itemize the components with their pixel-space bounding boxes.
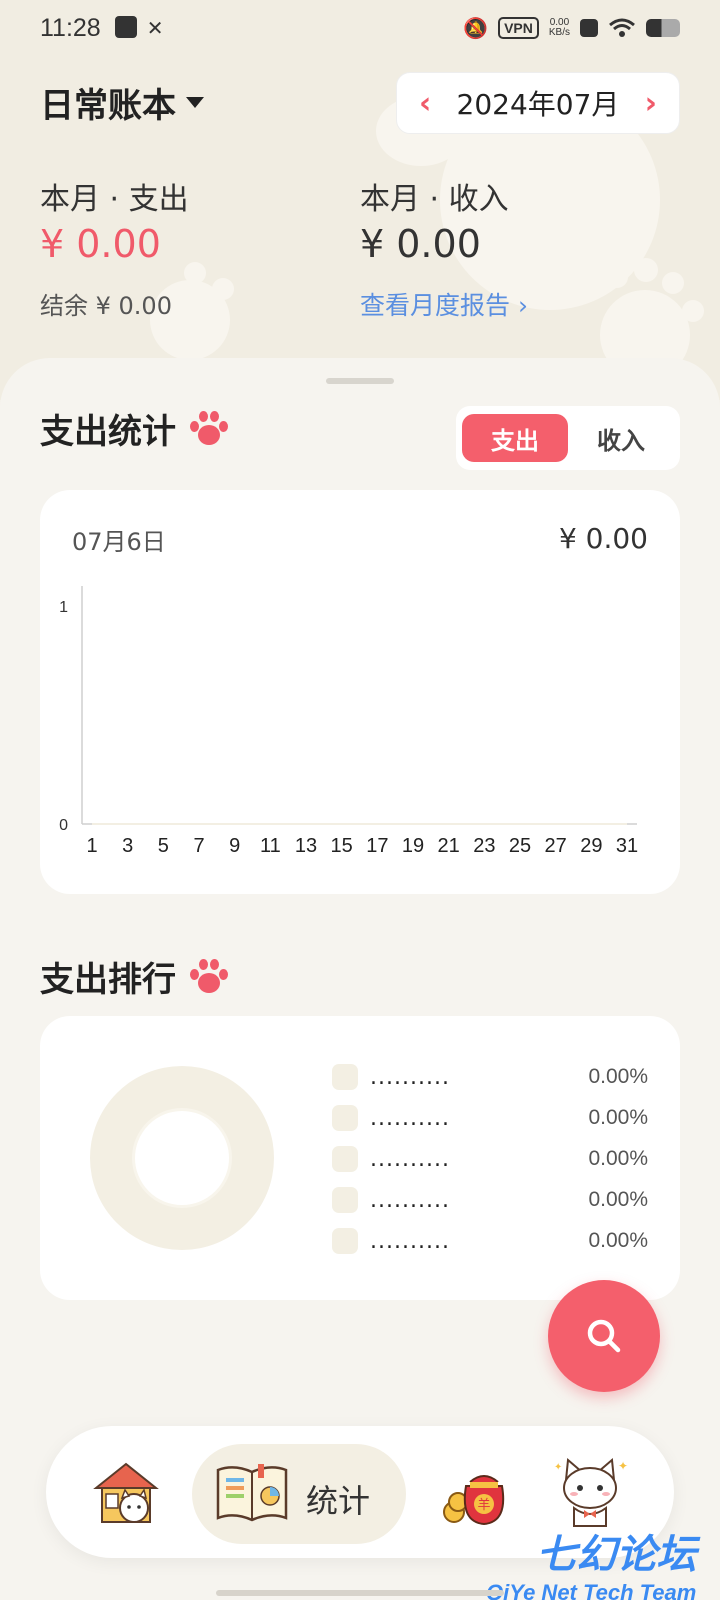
x-tick-label: 3 xyxy=(122,835,133,857)
home-indicator[interactable] xyxy=(216,1590,504,1596)
svg-text:羊: 羊 xyxy=(477,1497,490,1513)
legend-percent: 0.00% xyxy=(588,1106,648,1129)
search-button[interactable] xyxy=(548,1280,660,1392)
stats-title: 支出统计 xyxy=(40,412,176,452)
x-tick-label: 23 xyxy=(473,835,495,857)
book-name: 日常账本 xyxy=(40,86,176,126)
mute-icon: 🔕 xyxy=(463,16,489,40)
svg-text:✦: ✦ xyxy=(554,1462,562,1473)
x-tick-label: 29 xyxy=(580,835,602,857)
x-tick-label: 31 xyxy=(616,835,638,857)
type-toggle: 支出 收入 xyxy=(456,406,680,470)
nav-profile-cat-icon[interactable]: ✦ ✦ xyxy=(552,1456,628,1530)
x-tick-label: 5 xyxy=(158,835,169,857)
x-tick-label: 1 xyxy=(86,835,97,857)
month-label[interactable]: 2024年07月 xyxy=(457,83,620,123)
legend-percent: 0.00% xyxy=(588,1188,648,1211)
x-tick-label: 15 xyxy=(331,835,353,857)
legend-name: .......... xyxy=(370,1228,450,1254)
legend-percent: 0.00% xyxy=(588,1229,648,1252)
paw-icon xyxy=(190,958,228,995)
close-square-icon xyxy=(580,19,598,37)
notification-icon xyxy=(114,16,137,38)
x-tick-label: 7 xyxy=(193,835,204,857)
battery-icon xyxy=(646,19,680,37)
stats-section-title: 支出统计 xyxy=(40,404,228,453)
income-amount: ¥ 0.00 xyxy=(360,222,481,266)
toggle-expense[interactable]: 支出 xyxy=(462,414,568,462)
y-tick-label: 0 xyxy=(59,817,68,834)
legend-item[interactable]: .......... 0.00% xyxy=(332,1062,648,1092)
x-tick-label: 25 xyxy=(509,835,531,857)
forum-watermark: 七幻论坛 QiYe Net Tech Team xyxy=(486,1522,696,1600)
balance-text: 结余 ¥ 0.00 xyxy=(40,292,172,320)
month-picker: ‹ 2024年07月 › xyxy=(396,72,680,134)
nav-lucky-bag-icon[interactable]: 羊 xyxy=(440,1462,510,1528)
y-tick-label: 1 xyxy=(59,599,68,616)
x-tick-label: 19 xyxy=(402,835,424,857)
legend-swatch xyxy=(332,1064,358,1090)
legend-name: .......... xyxy=(370,1146,450,1172)
legend-item[interactable]: .......... 0.00% xyxy=(332,1185,648,1215)
expense-amount: ¥ 0.00 xyxy=(40,222,161,266)
svg-text:✦: ✦ xyxy=(618,1459,628,1473)
toggle-income[interactable]: 收入 xyxy=(568,414,674,462)
ranking-section-title: 支出排行 xyxy=(40,952,228,1001)
nav-stats-label: 统计 xyxy=(306,1482,371,1520)
tools-icon: ✕ xyxy=(146,16,164,40)
monthly-report-link[interactable]: 查看月度报告 › xyxy=(360,286,528,322)
vpn-badge: VPN xyxy=(498,17,539,39)
sheet-handle[interactable] xyxy=(326,378,394,384)
status-time: 11:28 xyxy=(40,13,101,42)
legend-name: .......... xyxy=(370,1187,450,1213)
legend-percent: 0.00% xyxy=(588,1065,648,1088)
legend-swatch xyxy=(332,1187,358,1213)
legend-swatch xyxy=(332,1105,358,1131)
search-icon xyxy=(587,1319,621,1353)
nav-home-icon[interactable] xyxy=(90,1460,162,1526)
ranking-title: 支出排行 xyxy=(40,960,176,1000)
nav-stats-book-icon xyxy=(216,1464,288,1522)
ranking-donut-chart xyxy=(90,1066,274,1250)
x-tick-label: 9 xyxy=(229,835,240,857)
paw-icon xyxy=(190,410,228,447)
legend-swatch xyxy=(332,1146,358,1172)
donut-hole xyxy=(132,1108,232,1208)
legend-percent: 0.00% xyxy=(588,1147,648,1170)
network-speed: 0.00 KB/s xyxy=(548,17,570,38)
expense-label: 本月 · 支出 xyxy=(40,182,189,217)
legend-item[interactable]: .......... 0.00% xyxy=(332,1226,648,1256)
watermark-en: QiYe Net Tech Team xyxy=(486,1580,697,1600)
x-tick-label: 27 xyxy=(545,835,567,857)
daily-expense-chart: 011 3 5 7 9 11 13 15 17 19 21 23 25 27 29 31 xyxy=(59,586,638,857)
x-tick-label: 21 xyxy=(438,835,460,857)
legend-item[interactable]: .......... 0.00% xyxy=(332,1144,648,1174)
x-tick-label: 13 xyxy=(295,835,317,857)
caret-down-icon xyxy=(186,97,204,108)
chart-date: 07月6日 xyxy=(72,528,166,556)
income-label: 本月 · 收入 xyxy=(360,182,509,217)
chart-total: ¥ 0.00 xyxy=(558,522,648,555)
legend-name: .......... xyxy=(370,1064,450,1090)
x-tick-label: 17 xyxy=(366,835,388,857)
legend-item[interactable]: .......... 0.00% xyxy=(332,1103,648,1133)
legend-name: .......... xyxy=(370,1105,450,1131)
prev-month-button[interactable]: ‹ xyxy=(419,86,431,121)
x-tick-label: 11 xyxy=(260,835,281,857)
status-bar: 11:28 ✕ 🔕 VPN 0.00 KB/s xyxy=(0,0,720,56)
watermark-cn: 七幻论坛 xyxy=(536,1532,697,1578)
next-month-button[interactable]: › xyxy=(645,86,657,121)
legend-swatch xyxy=(332,1228,358,1254)
book-selector[interactable]: 日常账本 xyxy=(40,78,204,127)
wifi-icon xyxy=(609,18,635,37)
